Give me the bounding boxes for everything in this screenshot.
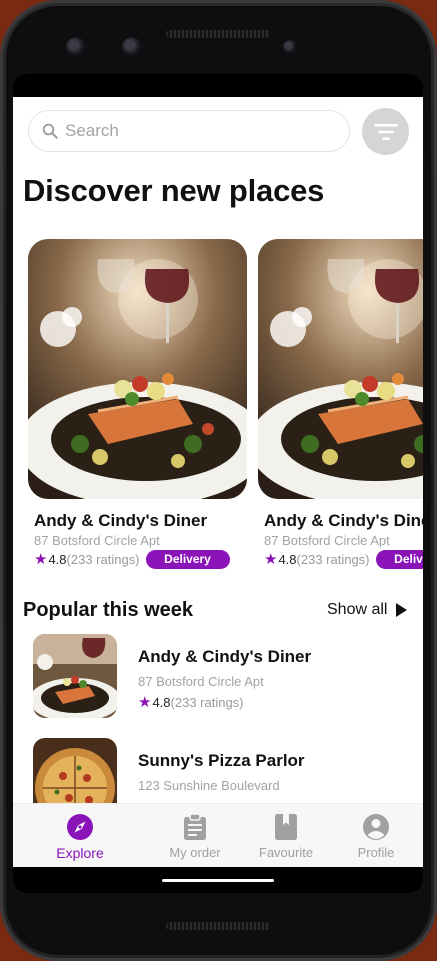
rating-value: 4.8 xyxy=(48,552,67,567)
delivery-badge: Delivery xyxy=(375,550,423,569)
front-camera xyxy=(122,37,142,57)
front-sensor xyxy=(66,37,86,57)
system-gesture-area xyxy=(13,867,423,893)
nav-label: Favourite xyxy=(258,845,314,860)
star-icon: ★ xyxy=(138,694,152,711)
restaurant-name: Andy & Cindy's Diner xyxy=(34,511,208,530)
compass-icon xyxy=(67,814,93,840)
nav-profile[interactable]: Profile xyxy=(331,812,421,860)
restaurant-address: 87 Botsford Circle Apt xyxy=(34,533,160,548)
search-placeholder: Search xyxy=(65,121,119,140)
rating-value: 4.8 xyxy=(152,695,171,710)
rating-count: (233 ratings) xyxy=(66,552,140,567)
show-all-label: Show all xyxy=(327,601,388,618)
nav-favourite[interactable]: Favourite xyxy=(241,812,331,860)
star-icon: ★ xyxy=(34,551,48,568)
bottom-speaker xyxy=(166,922,270,930)
rating-value: 4.8 xyxy=(278,552,297,567)
proximity-sensor xyxy=(283,40,297,54)
bookmark-icon xyxy=(275,814,297,840)
restaurant-photo xyxy=(258,239,423,499)
earpiece-speaker xyxy=(166,30,270,38)
restaurant-name: Andy & Cindy's Diner xyxy=(264,511,423,530)
rating-count: (233 ratings) xyxy=(170,695,244,710)
rating-row: ★ 4.8 (233 ratings) Delivery xyxy=(264,550,423,569)
nav-label: Explore xyxy=(56,845,104,861)
list-item[interactable]: Andy & Cindy's Diner 87 Botsford Circle … xyxy=(33,634,413,720)
status-bar xyxy=(13,74,423,97)
restaurant-name: Sunny's Pizza Parlor xyxy=(138,751,305,770)
play-arrow-icon xyxy=(396,603,408,617)
nav-my-order[interactable]: My order xyxy=(150,812,240,860)
search-icon xyxy=(42,123,58,139)
restaurant-address: 123 Sunshine Boulevard xyxy=(138,778,280,793)
filter-icon xyxy=(373,123,398,140)
filter-button[interactable] xyxy=(362,108,409,155)
restaurant-address: 87 Botsford Circle Apt xyxy=(138,674,264,689)
featured-card[interactable]: Andy & Cindy's Diner 87 Botsford Circle … xyxy=(28,239,247,569)
show-all-button[interactable]: Show all xyxy=(327,601,408,619)
clipboard-icon xyxy=(184,813,206,840)
star-icon: ★ xyxy=(264,551,278,568)
account-icon xyxy=(363,814,389,840)
nav-label: Profile xyxy=(357,845,395,860)
restaurant-address: 87 Botsford Circle Apt xyxy=(264,533,390,548)
rating-row: ★ 4.8 (233 ratings) Delivery xyxy=(34,550,247,569)
restaurant-name: Andy & Cindy's Diner xyxy=(138,647,312,666)
delivery-badge: Delivery xyxy=(145,550,230,569)
app-screen: Search Discover new places Andy & Cindy'… xyxy=(13,97,423,867)
page-title: Discover new places xyxy=(23,173,325,208)
bottom-navigation: Explore My order Favourite Profile xyxy=(13,803,423,867)
rating-row: ★ 4.8 (233 ratings) xyxy=(138,695,244,710)
restaurant-photo xyxy=(28,239,247,499)
featured-card[interactable]: Andy & Cindy's Diner 87 Botsford Circle … xyxy=(258,239,423,569)
nav-label: My order xyxy=(169,845,221,860)
section-title: Popular this week xyxy=(23,599,194,621)
restaurant-thumbnail xyxy=(33,634,117,718)
search-input[interactable]: Search xyxy=(28,110,350,152)
nav-explore[interactable]: Explore xyxy=(35,812,125,861)
rating-count: (233 ratings) xyxy=(296,552,370,567)
home-indicator[interactable] xyxy=(162,879,274,882)
